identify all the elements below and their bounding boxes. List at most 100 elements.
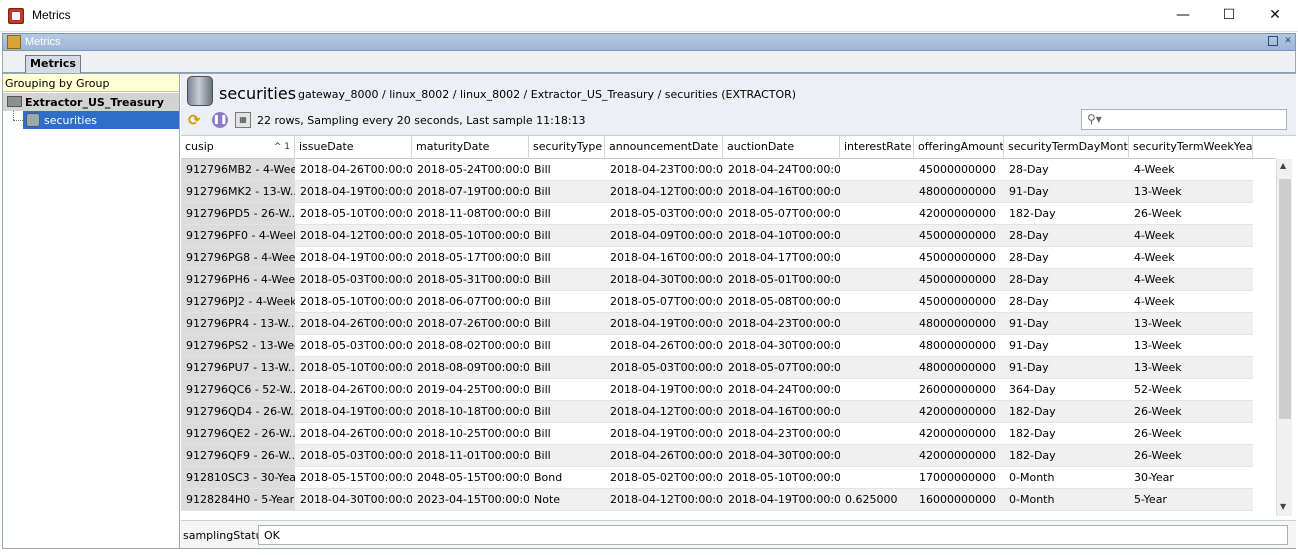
table-row[interactable]: 912796PJ2 - 4-Week 2018-05-10T00:00:00 201… [181, 291, 1253, 313]
folder-icon [7, 96, 22, 107]
table-header: cusip ^ 1 issueDate maturityDate securityTyp… [181, 136, 1276, 159]
table-cell: 2018-04-26T00:00:00 [295, 423, 412, 445]
table-cell: 2018-04-19T00:00:00 [295, 401, 412, 423]
table-row[interactable]: 912810SC3 - 30-Year 2018-05-15T00:00:00 20… [181, 467, 1253, 489]
column-header-6[interactable]: interestRate [840, 136, 914, 159]
table-row[interactable]: 912796PH6 - 4-Week 2018-05-03T00:00:00 201… [181, 269, 1253, 291]
database-icon [187, 76, 213, 106]
column-header-7[interactable]: offeringAmount [914, 136, 1004, 159]
column-header-label: issueDate [299, 140, 354, 153]
table-cell: 2018-04-23T00:00:00 [723, 313, 840, 335]
table-cell: 2018-04-24T00:00:00 [723, 159, 840, 181]
table-cell: 42000000000 [914, 203, 1004, 225]
table-cell [840, 225, 914, 247]
column-header-8[interactable]: securityTermDayMonth [1004, 136, 1129, 159]
table-cell: 2018-05-08T00:00:00 [723, 291, 840, 313]
scroll-up-icon[interactable]: ▲ [1280, 161, 1286, 170]
table-cell: 45000000000 [914, 225, 1004, 247]
table-cell: 4-Week [1129, 159, 1253, 181]
table-cell: 45000000000 [914, 269, 1004, 291]
column-header-label: interestRate [844, 140, 912, 153]
tab-metrics[interactable]: Metrics [25, 55, 81, 73]
vertical-scrollbar[interactable]: ▲ ▼ [1276, 159, 1292, 516]
table-row[interactable]: 912796QF9 - 26-W... 2018-05-03T00:00:00 20… [181, 445, 1253, 467]
frame-close-button[interactable]: ✕ [1283, 36, 1293, 46]
column-header-0[interactable]: cusip ^ 1 [181, 136, 295, 159]
pause-icon[interactable]: ❚❚ [212, 112, 228, 128]
table-cell: Bill [529, 357, 605, 379]
table-row[interactable]: 9128284H0 - 5-Year 2018-04-30T00:00:00 202… [181, 489, 1253, 511]
table-row[interactable]: 912796MK2 - 13-W... 2018-04-19T00:00:00 20… [181, 181, 1253, 203]
table-cell: Bill [529, 269, 605, 291]
table-row[interactable]: 912796PF0 - 4-Week 2018-04-12T00:00:00 201… [181, 225, 1253, 247]
table-cell: 2018-05-07T00:00:00 [723, 357, 840, 379]
export-icon[interactable]: ▦ [235, 112, 251, 128]
table-cell: 2018-10-18T00:00:00 [412, 401, 529, 423]
status-footer: samplingStatus OK [181, 520, 1296, 548]
scroll-thumb[interactable] [1279, 179, 1291, 419]
table-cell: 45000000000 [914, 159, 1004, 181]
table-cell: 2018-04-10T00:00:00 [723, 225, 840, 247]
tree-node-securities[interactable]: securities [23, 111, 179, 129]
close-button[interactable]: ✕ [1252, 0, 1298, 31]
database-icon [26, 113, 40, 127]
table-cell: 45000000000 [914, 291, 1004, 313]
table-row[interactable]: 912796MB2 - 4-Week 2018-04-26T00:00:00 201… [181, 159, 1253, 181]
table-cell: 2018-04-09T00:00:00 [605, 225, 723, 247]
table-cell: 4-Week [1129, 269, 1253, 291]
table-cell [840, 445, 914, 467]
table-cell: 912796MK2 - 13-W... [181, 181, 295, 203]
table-row[interactable]: 912796QE2 - 26-W... 2018-04-26T00:00:00 20… [181, 423, 1253, 445]
tab-strip: Metrics [2, 51, 1296, 73]
table-cell: 48000000000 [914, 313, 1004, 335]
table-cell: 0-Month [1004, 489, 1129, 511]
table-row[interactable]: 912796PD5 - 26-W... 2018-05-10T00:00:00 20… [181, 203, 1253, 225]
table-row[interactable]: 912796QC6 - 52-W... 2018-04-26T00:00:00 20… [181, 379, 1253, 401]
table-cell: 182-Day [1004, 423, 1129, 445]
table-cell: 52-Week [1129, 379, 1253, 401]
table-cell: 45000000000 [914, 247, 1004, 269]
table-row[interactable]: 912796PR4 - 13-W... 2018-04-26T00:00:00 20… [181, 313, 1253, 335]
table-cell: 2018-11-01T00:00:00 [412, 445, 529, 467]
table-cell: 0-Month [1004, 467, 1129, 489]
table-cell: 912796QE2 - 26-W... [181, 423, 295, 445]
table-cell: 26-Week [1129, 401, 1253, 423]
table-cell: 912796PG8 - 4-Week [181, 247, 295, 269]
table-cell: 2018-04-16T00:00:00 [723, 401, 840, 423]
table-cell: 2023-04-15T00:00:00 [412, 489, 529, 511]
table-cell: 26-Week [1129, 203, 1253, 225]
refresh-icon[interactable]: ⟳ [188, 112, 204, 128]
table-cell: 2018-04-16T00:00:00 [723, 181, 840, 203]
frame-restore-button[interactable] [1268, 36, 1278, 46]
table-row[interactable]: 912796PU7 - 13-W... 2018-05-10T00:00:00 20… [181, 357, 1253, 379]
table-cell: 2018-04-30T00:00:00 [723, 335, 840, 357]
table-cell: 2018-04-16T00:00:00 [605, 247, 723, 269]
table-row[interactable]: 912796PS2 - 13-Week2018-05-03T00:00:0020… [181, 335, 1253, 357]
table-cell: Bill [529, 379, 605, 401]
table-cell: Bill [529, 313, 605, 335]
column-header-4[interactable]: announcementDate [605, 136, 723, 159]
scroll-down-icon[interactable]: ▼ [1280, 502, 1286, 511]
tree-node-extractor[interactable]: Extractor_US_Treasury [3, 93, 179, 111]
column-header-label: auctionDate [727, 140, 795, 153]
column-header-3[interactable]: securityType [529, 136, 605, 159]
search-input[interactable]: ⚲▾ [1081, 109, 1287, 130]
table-cell: 2018-04-30T00:00:00 [605, 269, 723, 291]
sampling-status-field[interactable]: OK [258, 525, 1288, 545]
table-cell: 2018-04-26T00:00:00 [605, 335, 723, 357]
minimize-button[interactable]: — [1160, 0, 1206, 31]
column-header-label: securityTermWeekYear [1133, 140, 1253, 153]
table-cell: 182-Day [1004, 203, 1129, 225]
table-row[interactable]: 912796QD4 - 26-W... 2018-04-19T00:00:00 20… [181, 401, 1253, 423]
column-header-5[interactable]: auctionDate [723, 136, 840, 159]
column-header-1[interactable]: issueDate [295, 136, 412, 159]
table-cell: 912796PJ2 - 4-Week [181, 291, 295, 313]
table-row[interactable]: 912796PG8 - 4-Week 2018-04-19T00:00:00 201… [181, 247, 1253, 269]
column-header-2[interactable]: maturityDate [412, 136, 529, 159]
table-cell: Bill [529, 159, 605, 181]
table-cell [840, 269, 914, 291]
column-header-9[interactable]: securityTermWeekYear [1129, 136, 1253, 159]
maximize-button[interactable]: ☐ [1206, 0, 1252, 31]
table-cell [840, 423, 914, 445]
table-cell [840, 401, 914, 423]
